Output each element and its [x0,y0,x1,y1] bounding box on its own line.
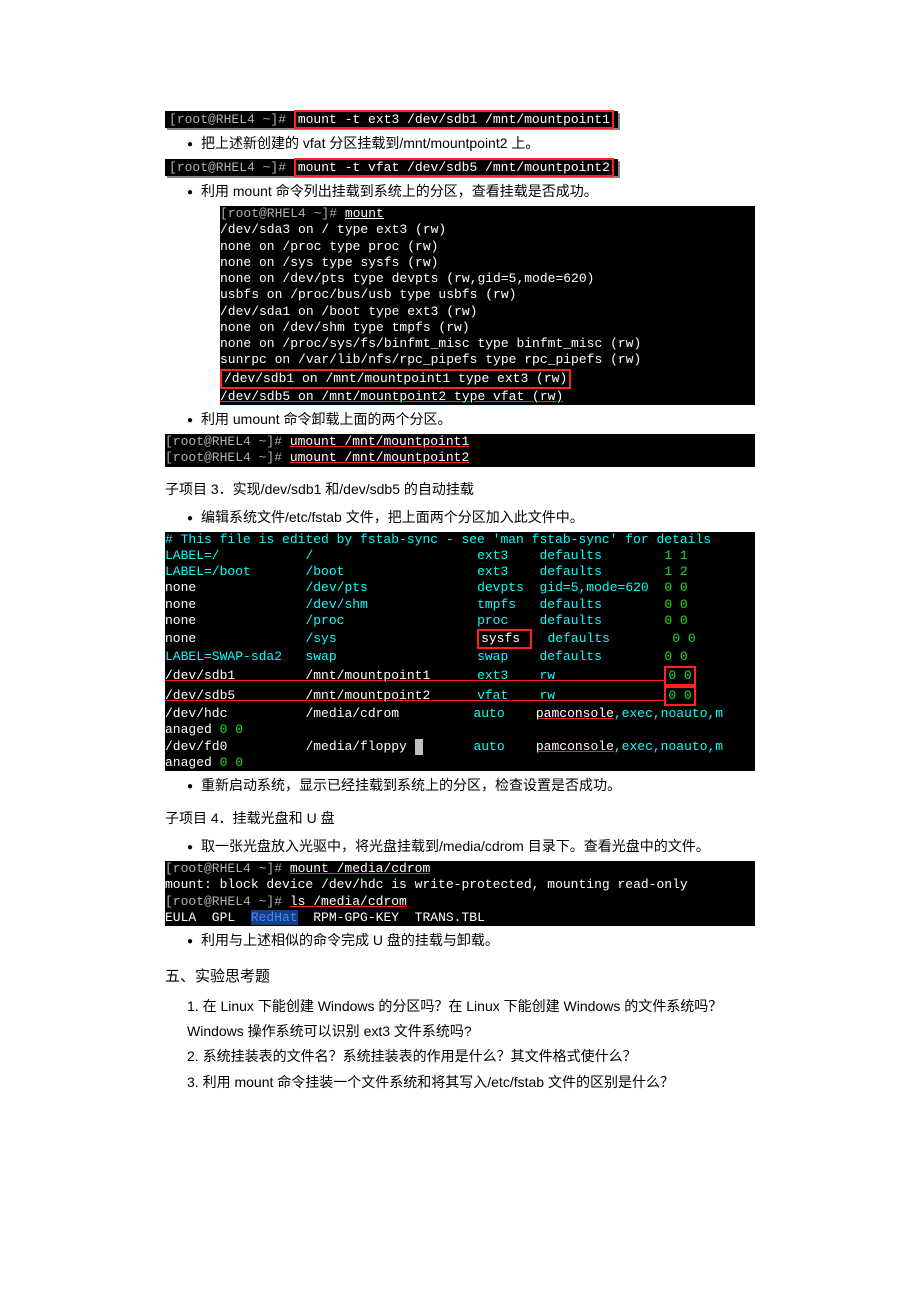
mount-output: [root@RHEL4 ~]# mount /dev/sda3 on / typ… [220,206,755,405]
bullet-edit-fstab: 编辑系统文件/etc/fstab 文件，把上面两个分区加入此文件中。 [187,507,755,528]
bullet-umount-desc: 利用 umount 命令卸载上面的两个分区。 [187,409,755,430]
bullet-vfat-mount-desc: 把上述新创建的 vfat 分区挂载到/mnt/mountpoint2 上。 [187,133,755,154]
question-1: 1. 在 Linux 下能创建 Windows 的分区吗？在 Linux 下能创… [165,994,755,1044]
fstab-content: # This file is edited by fstab-sync - se… [165,532,755,772]
question-3: 3. 利用 mount 命令挂装一个文件系统和将其写入/etc/fstab 文件… [165,1070,755,1095]
bullet-reboot-check: 重新启动系统，显示已经挂载到系统上的分区，检查设置是否成功。 [187,775,755,796]
cmd-mount-ext3: [root@RHEL4 ~]# mount -t ext3 /dev/sdb1 … [165,110,755,129]
section-5-title: 五、实验思考题 [165,965,755,986]
cmd-mount-vfat: [root@RHEL4 ~]# mount -t vfat /dev/sdb5 … [165,158,755,177]
question-2: 2. 系统挂装表的文件名？系统挂装表的作用是什么？其文件格式使什么？ [165,1044,755,1069]
bullet-usb-similar: 利用与上述相似的命令完成 U 盘的挂载与卸载。 [187,930,755,951]
subproject-3-title: 子项目 3．实现/dev/sdb1 和/dev/sdb5 的自动挂载 [165,479,755,499]
cdrom-output: [root@RHEL4 ~]# mount /media/cdrom mount… [165,861,755,926]
bullet-mount-cdrom: 取一张光盘放入光驱中，将光盘挂载到/media/cdrom 目录下。查看光盘中的… [187,836,755,857]
subproject-4-title: 子项目 4．挂载光盘和 U 盘 [165,808,755,828]
bullet-mount-list-desc: 利用 mount 命令列出挂载到系统上的分区，查看挂载是否成功。 [187,181,755,202]
umount-cmds: [root@RHEL4 ~]# umount /mnt/mountpoint1 … [165,434,755,467]
